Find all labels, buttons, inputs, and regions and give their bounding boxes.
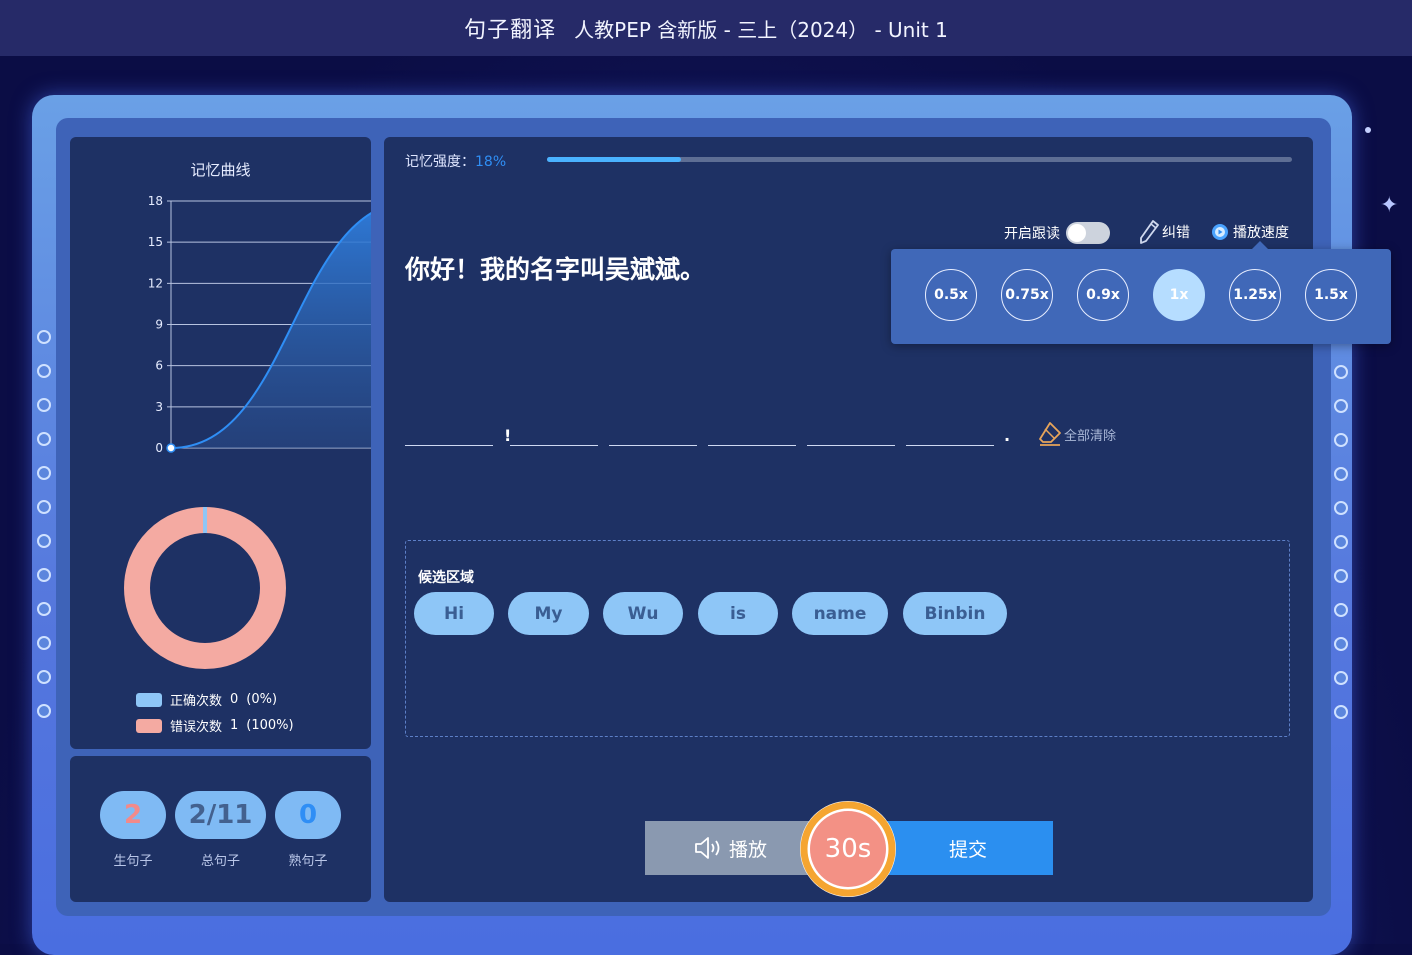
chinese-sentence: 你好！我的名字叫吴斌斌。 <box>405 255 706 284</box>
word-chip-is[interactable]: is <box>698 592 778 635</box>
donut-chart <box>124 507 286 669</box>
legend-wrong-count: 1 <box>230 718 239 733</box>
memory-strength-value: 18% <box>475 154 507 170</box>
legend-correct-count: 0 <box>230 692 239 707</box>
speed-option-0-9x[interactable]: 0.9x <box>1077 269 1129 321</box>
familiar-sentence-label: 熟句子 <box>288 854 328 869</box>
legend-wrong-name: 错误次数 <box>170 720 223 735</box>
chart-title: 记忆曲线 <box>190 161 251 179</box>
word-chip-binbin[interactable]: Binbin <box>903 592 1007 635</box>
word-chip-name[interactable]: name <box>792 592 888 635</box>
total-sentence-label: 总句子 <box>200 854 240 869</box>
memory-curve-chart: 0369121518第1次 <box>148 194 371 455</box>
eraser-icon <box>1039 422 1061 446</box>
answer-blank-4[interactable] <box>708 444 796 446</box>
speed-popup: 0.5x 0.75x 0.9x 1x 1.25x 1.5x <box>891 241 1391 344</box>
familiar-sentence-count: 0 <box>275 791 341 839</box>
legend-correct-percent: (0%) <box>246 692 278 707</box>
pencil-icon <box>1140 220 1159 244</box>
new-sentence-count: 2 <box>100 791 166 839</box>
y-tick-label: 12 <box>148 276 163 290</box>
candidate-area-label: 候选区域 <box>418 570 474 586</box>
memory-strength-label: 记忆强度： <box>405 154 475 170</box>
legend-wrong-percent: (100%) <box>246 718 294 733</box>
speed-option-1-5x[interactable]: 1.5x <box>1305 269 1357 321</box>
clear-all-button[interactable]: 全部清除 <box>1038 421 1116 447</box>
countdown-timer: 30s <box>798 799 898 899</box>
legend-wrong: 错误次数 1 (100%) <box>136 716 294 735</box>
speed-option-1-25x[interactable]: 1.25x <box>1229 269 1281 321</box>
submit-label: 提交 <box>948 838 987 861</box>
page-subtitle: 人教PEP 含新版 - 三上（2024） - Unit 1 <box>574 17 948 42</box>
answer-blank-6[interactable] <box>906 444 994 446</box>
legend-correct-name: 正确次数 <box>170 694 223 709</box>
answer-punctuation-period: . <box>1004 426 1011 445</box>
donut-slice-wrong <box>124 507 286 669</box>
speed-option-0-75x[interactable]: 0.75x <box>1001 269 1053 321</box>
word-chip-wu[interactable]: Wu <box>603 592 683 635</box>
play-button[interactable]: 播放 <box>645 821 815 875</box>
memory-strength: 记忆强度：18% <box>405 151 506 171</box>
follow-read-control[interactable]: 开启跟读 <box>1004 222 1110 244</box>
correct-label: 纠错 <box>1162 225 1190 241</box>
speed-option-0-5x[interactable]: 0.5x <box>925 269 977 321</box>
y-tick-label: 18 <box>148 194 163 208</box>
play-circle-icon <box>1212 224 1228 240</box>
decorative-sparkle-icon: ✦ <box>1380 193 1399 218</box>
decorative-star-dot <box>1365 127 1371 133</box>
header-bar: 句子翻译 人教PEP 含新版 - 三上（2024） - Unit 1 <box>0 0 1412 56</box>
speaker-icon <box>695 837 720 859</box>
y-tick-label: 3 <box>155 400 163 414</box>
playback-speed-button[interactable]: 播放速度 <box>1211 222 1289 242</box>
answer-blank-3[interactable] <box>609 444 697 446</box>
answer-punctuation-exclaim: ! <box>504 426 512 445</box>
answer-blank-2[interactable] <box>510 444 598 446</box>
memory-strength-bar <box>547 157 1292 162</box>
right-binder-rings <box>1334 365 1348 739</box>
y-tick-label: 9 <box>155 318 163 332</box>
new-sentence-label: 生句子 <box>113 854 153 869</box>
page-title: 句子翻译 <box>464 18 557 43</box>
popup-arrow <box>1251 241 1269 250</box>
y-tick-label: 15 <box>148 235 163 249</box>
y-tick-label: 0 <box>155 441 163 455</box>
playback-speed-label: 播放速度 <box>1233 225 1289 241</box>
answer-blank-5[interactable] <box>807 444 895 446</box>
candidate-area: 候选区域 Hi My Wu is name Binbin <box>405 540 1290 737</box>
word-chip-my[interactable]: My <box>508 592 589 635</box>
legend-wrong-swatch <box>136 718 162 733</box>
y-tick-label: 6 <box>155 359 163 373</box>
total-sentence-count: 2/11 <box>175 791 266 839</box>
legend-correct-swatch <box>136 692 162 707</box>
donut-slice-correct-marker <box>203 507 207 533</box>
timer-value: 30s <box>824 834 872 864</box>
legend-correct: 正确次数 0 (0%) <box>136 690 277 709</box>
follow-read-label: 开启跟读 <box>1004 226 1060 242</box>
left-binder-rings <box>37 330 51 738</box>
correct-button[interactable]: 纠错 <box>1138 219 1190 245</box>
memory-chart-panel: 记忆曲线 0369121518第1次 正确次数 0 (0%) 错误次数 1 (1… <box>70 137 371 749</box>
play-label: 播放 <box>728 838 767 861</box>
answer-blank-1[interactable] <box>405 444 493 446</box>
memory-strength-fill <box>547 157 682 162</box>
word-chip-hi[interactable]: Hi <box>414 592 494 635</box>
submit-button[interactable]: 提交 <box>883 821 1053 875</box>
curve-start-point <box>166 443 176 453</box>
speed-option-1x[interactable]: 1x <box>1153 269 1205 321</box>
follow-read-toggle[interactable] <box>1066 222 1110 244</box>
clear-all-label: 全部清除 <box>1064 428 1117 444</box>
